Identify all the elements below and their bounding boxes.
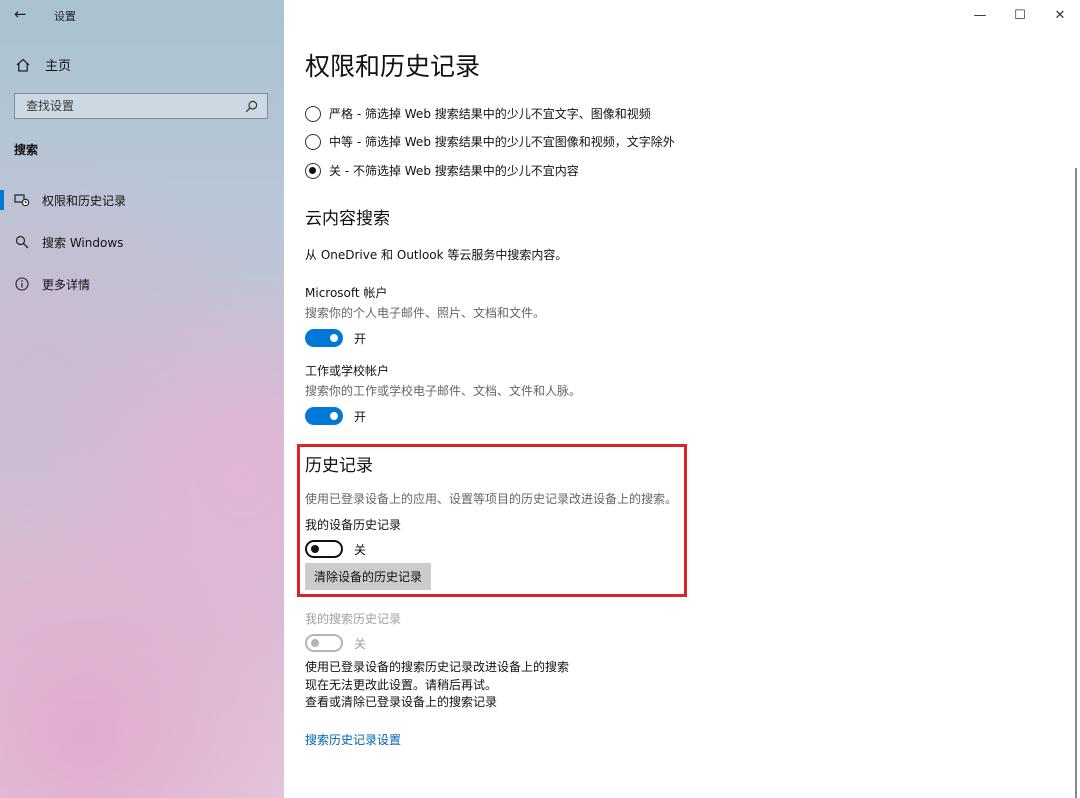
scrollbar[interactable] bbox=[1075, 168, 1077, 798]
sidebar-item-more-details[interactable]: 更多详情 bbox=[0, 272, 90, 296]
sidebar-item-more-details-label: 更多详情 bbox=[42, 277, 91, 292]
sidebar-item-permissions-history[interactable]: 权限和历史记录 bbox=[0, 188, 126, 212]
sidebar-item-home[interactable]: 主页 bbox=[15, 55, 71, 74]
toggle-state-label: 关 bbox=[354, 542, 367, 557]
home-icon bbox=[16, 58, 30, 72]
microsoft-account-toggle-row[interactable]: 开 bbox=[305, 329, 366, 347]
cloud-search-description: 从 OneDrive 和 Outlook 等云服务中搜索内容。 bbox=[305, 248, 568, 262]
radio-button[interactable] bbox=[305, 105, 321, 122]
cloud-search-heading: 云内容搜索 bbox=[305, 209, 390, 229]
sidebar-item-permissions-history-label: 权限和历史记录 bbox=[42, 193, 127, 208]
main-content: — ☐ ✕ 权限和历史记录 严格 - 筛选掉 Web 搜索结果中的少儿不宜文字、… bbox=[284, 0, 1080, 798]
safe-search-off-option[interactable]: 关 - 不筛选掉 Web 搜索结果中的少儿不宜内容 bbox=[305, 162, 579, 179]
info-icon bbox=[14, 277, 30, 291]
window-controls: — ☐ ✕ bbox=[960, 0, 1080, 30]
safe-search-strict-option[interactable]: 严格 - 筛选掉 Web 搜索结果中的少儿不宜文字、图像和视频 bbox=[305, 105, 651, 122]
microsoft-account-description: 搜索你的个人电子邮件、照片、文档和文件。 bbox=[305, 306, 546, 320]
radio-label: 严格 - 筛选掉 Web 搜索结果中的少儿不宜文字、图像和视频 bbox=[329, 107, 651, 121]
device-history-toggle-row[interactable]: 关 bbox=[305, 540, 366, 558]
active-indicator bbox=[0, 190, 4, 210]
maximize-icon[interactable]: ☐ bbox=[1000, 0, 1040, 30]
toggle-state-label: 开 bbox=[354, 409, 367, 424]
settings-search-box[interactable] bbox=[14, 93, 268, 119]
toggle-state-label: 开 bbox=[354, 331, 367, 346]
radio-button[interactable] bbox=[305, 133, 321, 150]
search-icon bbox=[14, 235, 30, 249]
search-history-label: 我的搜索历史记录 bbox=[305, 612, 402, 626]
window-title: 设置 bbox=[54, 10, 76, 23]
search-history-info-line: 现在无法更改此设置。请稍后再试。 bbox=[305, 678, 498, 692]
work-account-title: 工作或学校帐户 bbox=[305, 364, 390, 378]
sidebar-item-home-label: 主页 bbox=[45, 59, 72, 74]
history-description: 使用已登录设备上的应用、设置等项目的历史记录改进设备上的搜索。 bbox=[305, 492, 678, 506]
back-arrow-icon[interactable]: ← bbox=[14, 5, 27, 23]
sidebar-item-search-windows-label: 搜索 Windows bbox=[42, 235, 124, 250]
search-history-info-line: 使用已登录设备的搜索历史记录改进设备上的搜索 bbox=[305, 660, 570, 674]
search-icon[interactable] bbox=[245, 100, 258, 113]
device-history-label: 我的设备历史记录 bbox=[305, 518, 402, 532]
sidebar: ← 设置 主页 搜索 权限和历史记录 bbox=[0, 0, 284, 798]
settings-search-input[interactable] bbox=[24, 98, 228, 114]
permissions-history-icon bbox=[14, 193, 30, 207]
work-account-toggle-row[interactable]: 开 bbox=[305, 407, 366, 425]
minimize-icon[interactable]: — bbox=[960, 0, 1000, 30]
search-history-toggle-row: 关 bbox=[305, 634, 366, 652]
clear-device-history-button[interactable]: 清除设备的历史记录 bbox=[305, 563, 432, 590]
search-history-settings-link[interactable]: 搜索历史记录设置 bbox=[305, 731, 401, 748]
search-history-toggle-disabled bbox=[305, 634, 343, 652]
work-account-description: 搜索你的工作或学校电子邮件、文档、文件和人脉。 bbox=[305, 384, 582, 398]
close-icon[interactable]: ✕ bbox=[1040, 0, 1080, 30]
radio-button-checked[interactable] bbox=[305, 162, 321, 179]
search-history-info-line: 查看或清除已登录设备上的搜索记录 bbox=[305, 695, 498, 709]
microsoft-account-title: Microsoft 帐户 bbox=[305, 286, 388, 300]
work-account-toggle[interactable] bbox=[305, 407, 343, 425]
sidebar-section-title: 搜索 bbox=[14, 143, 39, 157]
page-title: 权限和历史记录 bbox=[305, 52, 481, 81]
history-heading: 历史记录 bbox=[305, 456, 373, 476]
safe-search-moderate-option[interactable]: 中等 - 筛选掉 Web 搜索结果中的少儿不宜图像和视频，文字除外 bbox=[305, 133, 675, 150]
toggle-state-label: 关 bbox=[354, 636, 367, 651]
radio-label: 中等 - 筛选掉 Web 搜索结果中的少儿不宜图像和视频，文字除外 bbox=[329, 135, 675, 149]
microsoft-account-toggle[interactable] bbox=[305, 329, 343, 347]
radio-label: 关 - 不筛选掉 Web 搜索结果中的少儿不宜内容 bbox=[329, 164, 579, 178]
sidebar-item-search-windows[interactable]: 搜索 Windows bbox=[0, 230, 123, 254]
device-history-toggle[interactable] bbox=[305, 540, 343, 558]
